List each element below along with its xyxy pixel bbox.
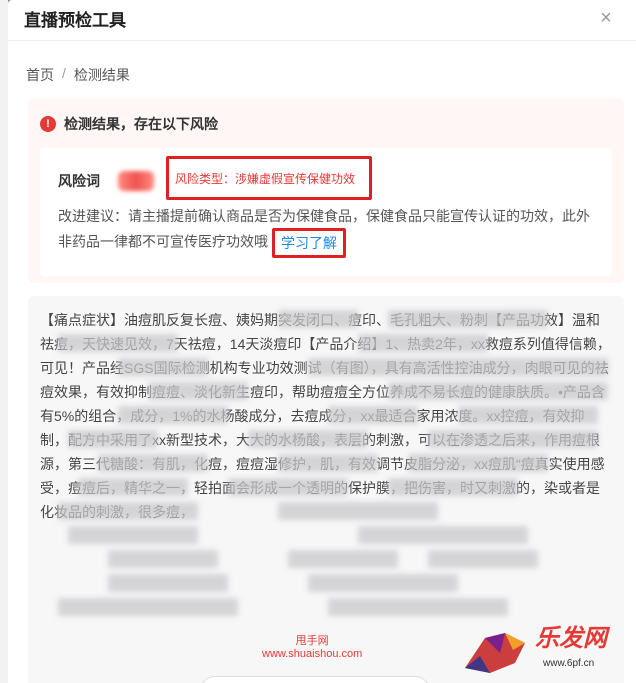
- blurred-region: [458, 406, 598, 424]
- blurred-region: [358, 334, 488, 352]
- risk-type-highlight-box: 风险类型：涉嫌虚假宣传保健功效: [166, 156, 373, 200]
- blurred-region: [278, 502, 438, 520]
- risk-title: 检测结果，存在以下风险: [64, 116, 218, 132]
- logo-watermark: 乐发网 www.6pf.cn: [455, 612, 630, 682]
- breadcrumb: 首页 / 检测结果: [8, 41, 636, 85]
- risk-word-label: 风险词: [58, 173, 100, 189]
- blurred-region: [428, 550, 538, 568]
- learn-more-highlight-box: 学习了解: [272, 228, 346, 258]
- dialog-title: 直播预检工具: [24, 10, 126, 30]
- bottom-action-button[interactable]: [200, 676, 430, 683]
- risk-type-text: 风险类型：涉嫌虚假宣传保健功效: [175, 171, 356, 186]
- risk-card: 风险词 风险类型：涉嫌虚假宣传保健功效 改进建议：请主播提前确认商品是否为保健食…: [40, 148, 612, 276]
- blurred-region: [388, 310, 548, 328]
- blurred-region: [68, 430, 158, 448]
- blurred-region: [388, 382, 608, 400]
- bull-logo-icon: [465, 633, 525, 673]
- watermark-url: www.shuaishou.com: [262, 648, 363, 660]
- blurred-region: [278, 454, 378, 472]
- blurred-region: [428, 430, 598, 448]
- risk-header: ! 检测结果，存在以下风险: [40, 114, 612, 134]
- blurred-region: [148, 382, 248, 400]
- blurred-region: [118, 358, 208, 376]
- breadcrumb-home[interactable]: 首页: [26, 65, 54, 85]
- dialog-header: 直播预检工具 ×: [8, 0, 636, 36]
- blurred-region: [358, 526, 528, 544]
- blurred-region: [308, 358, 608, 376]
- learn-more-link[interactable]: 学习了解: [281, 235, 337, 251]
- blurred-region: [78, 478, 188, 496]
- watermark-site-name: 甩手网: [295, 635, 329, 647]
- close-icon[interactable]: ×: [594, 8, 618, 28]
- breadcrumb-separator: /: [62, 65, 66, 81]
- site-watermark: 甩手网 www.shuaishou.com: [262, 632, 362, 660]
- blurred-region: [388, 478, 518, 496]
- blurred-region: [228, 478, 348, 496]
- blurred-region: [278, 310, 358, 328]
- blurred-region: [408, 454, 548, 472]
- blurred-region: [68, 526, 198, 544]
- blurred-region: [328, 406, 418, 424]
- blurred-region: [58, 334, 178, 352]
- risk-word-row: 风险词 风险类型：涉嫌虚假宣传保健功效: [58, 156, 596, 200]
- blurred-region: [98, 454, 208, 472]
- blurred-region: [308, 574, 458, 592]
- blurred-region: [118, 406, 228, 424]
- blurred-region: [58, 598, 238, 616]
- blurred-region: [108, 550, 218, 568]
- blurred-region: [288, 550, 398, 568]
- breadcrumb-current: 检测结果: [73, 67, 130, 83]
- background-page-edge: [0, 0, 8, 683]
- warning-icon: !: [40, 116, 56, 132]
- logo-url: www.6pf.cn: [543, 658, 595, 669]
- blurred-region: [248, 430, 368, 448]
- suggestion-text: 改进建议：请主播提前确认商品是否为保健食品，保健食品只能宣传认证的功效，此外非药…: [58, 204, 598, 258]
- blurred-region: [108, 574, 228, 592]
- risk-word-blurred: [118, 171, 154, 191]
- risk-result-panel: ! 检测结果，存在以下风险 风险词 风险类型：涉嫌虚假宣传保健功效 改进建议：请…: [28, 98, 624, 283]
- blurred-region: [58, 502, 198, 520]
- logo-text: 乐发网: [535, 625, 607, 652]
